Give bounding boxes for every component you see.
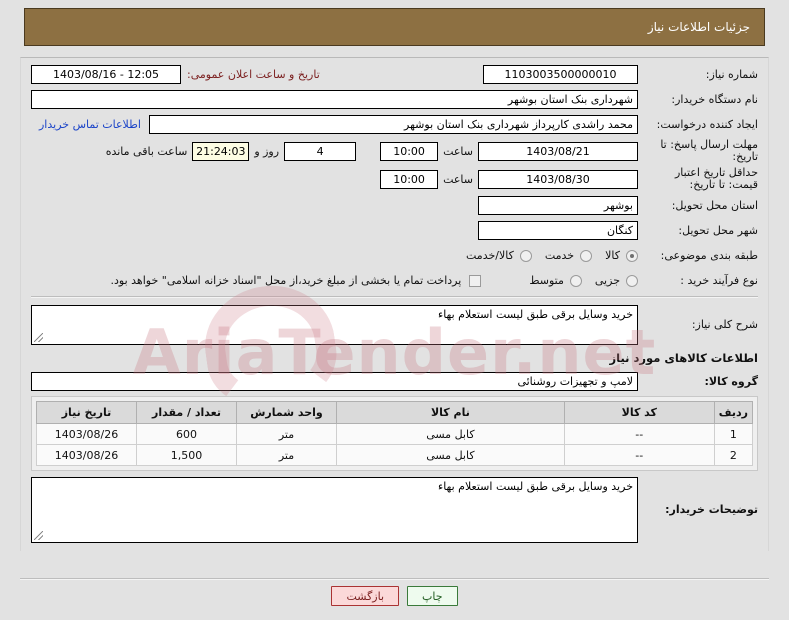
remaining-days-label: روز و [254,144,280,158]
goods-group-field[interactable]: لامپ و تجهیزات روشنائی [31,372,638,391]
cell-date: 1403/08/26 [36,423,137,445]
requester-label: ایجاد کننده درخواست: [656,118,758,131]
radio-process-motavaset-label: متوسط [529,274,564,287]
goods-table-wrap: ردیف کد کالا نام کالا واحد شمارش تعداد /… [31,396,758,471]
requester-field[interactable]: محمد راشدی کارپرداز شهرداری بنک استان بو… [148,115,638,134]
summary-textarea[interactable]: خرید وسایل برقی طبق لیست استعلام بهاء [31,305,638,345]
col-name: نام کالا [336,401,565,424]
price-validity-label: حداقل تاریخ اعتبار قیمت: تا تاریخ: [674,166,758,191]
page-header: جزئیات اطلاعات نیاز [24,8,765,46]
col-date: تاریخ نیاز [36,401,137,424]
radio-process-jozei-label: جزیی [594,274,620,287]
goods-table-header-row: ردیف کد کالا نام کالا واحد شمارش تعداد /… [36,401,754,424]
divider-2 [20,578,769,580]
col-row: ردیف [713,401,754,424]
radio-category-kala-khedmat[interactable] [519,249,532,262]
category-label: طبقه بندی موضوعی: [660,249,758,262]
deadline-label: مهلت ارسال پاسخ: تا تاریخ: [660,138,758,163]
province-field[interactable]: بوشهر [478,196,638,215]
cell-date: 1403/08/26 [36,444,137,466]
buyer-org-field[interactable]: شهرداری بنک استان بوشهر [31,90,638,109]
radio-category-kala-label: کالا [605,249,620,262]
table-row: 1 -- کابل مسی متر 600 1403/08/26 [36,423,754,445]
row-summary: شرح کلی نیاز: خرید وسایل برقی طبق لیست ا… [31,305,758,345]
need-number-field[interactable]: 1103003500000010 [483,65,638,84]
treasury-checkbox-label: پرداخت تمام یا بخشی از مبلغ خرید،از محل … [110,274,462,287]
row-response-deadline: مهلت ارسال پاسخ: تا تاریخ: 1403/08/21 سا… [31,139,758,163]
radio-category-khedmat[interactable] [580,249,593,262]
row-buyer-notes: توضیحات خریدار: خرید وسایل برقی طبق لیست… [31,477,758,543]
row-province: استان محل تحویل: بوشهر [31,195,758,216]
cell-name: کابل مسی [336,423,565,445]
row-requester: ایجاد کننده درخواست: محمد راشدی کارپرداز… [31,114,758,135]
row-need-number: شماره نیاز: 1103003500000010 تاریخ و ساع… [31,64,758,85]
print-button[interactable]: چاپ [407,586,458,606]
cell-row: 1 [713,423,754,445]
radio-category-khedmat-label: خدمت [544,249,575,262]
remaining-time-field: 21:24:03 [192,141,250,161]
city-label: شهر محل تحویل: [678,224,758,237]
row-goods-group: گروه کالا: لامپ و تجهیزات روشنائی [31,371,758,392]
cell-code: -- [563,444,715,466]
category-radio-group: کالا خدمت کالا/خدمت [458,249,638,262]
deadline-hour-label: ساعت [443,144,473,158]
col-unit: واحد شمارش [236,401,337,424]
row-price-validity: حداقل تاریخ اعتبار قیمت: تا تاریخ: 1403/… [31,167,758,191]
back-button[interactable]: بازگشت [331,586,400,606]
summary-label: شرح کلی نیاز: [691,318,758,331]
col-code: کد کالا [563,401,715,424]
goods-table: ردیف کد کالا نام کالا واحد شمارش تعداد /… [36,401,754,466]
need-number-label: شماره نیاز: [705,68,758,81]
buyer-notes-textarea[interactable]: خرید وسایل برقی طبق لیست استعلام بهاء [31,477,638,543]
goods-table-body: 1 -- کابل مسی متر 600 1403/08/26 2 -- کا… [36,423,754,466]
price-validity-hour-label: ساعت [443,172,473,186]
price-validity-hour-field[interactable]: 10:00 [380,169,439,189]
radio-process-motavaset[interactable] [569,274,582,287]
remaining-time-label: ساعت باقی مانده [105,144,188,158]
price-validity-date-field[interactable]: 1403/08/30 [478,169,638,189]
divider-1 [31,296,758,298]
row-city: شهر محل تحویل: کنگان [31,220,758,241]
cell-row: 2 [713,444,754,466]
row-category: طبقه بندی موضوعی: کالا خدمت کالا/خدمت [31,245,758,266]
process-label: نوع فرآیند خرید : [680,274,758,287]
public-announce-label: تاریخ و ساعت اعلان عمومی: [187,68,320,81]
province-label: استان محل تحویل: [671,199,758,212]
col-qty: تعداد / مقدار [136,401,237,424]
buyer-contact-link[interactable]: اطلاعات تماس خریدار [31,118,149,131]
process-radio-group: جزیی متوسط [521,274,638,287]
remaining-days-field: 4 [284,141,357,161]
row-buyer-org: نام دستگاه خریدار: شهرداری بنک استان بوش… [31,89,758,110]
page-title: جزئیات اطلاعات نیاز [647,20,750,34]
need-details-panel: شماره نیاز: 1103003500000010 تاریخ و ساع… [20,57,769,551]
cell-qty: 1,500 [136,444,237,466]
treasury-checkbox[interactable] [469,274,482,287]
radio-category-kala[interactable] [626,249,638,262]
cell-code: -- [563,423,715,445]
city-field[interactable]: کنگان [478,221,638,240]
cell-qty: 600 [136,423,237,445]
buyer-org-label: نام دستگاه خریدار: [671,93,758,106]
public-announce-field[interactable]: 1403/08/16 - 12:05 [31,65,181,84]
cell-unit: متر [236,444,337,466]
row-purchase-process: نوع فرآیند خرید : جزیی متوسط پرداخت تمام… [31,270,758,291]
goods-section-title: اطلاعات کالاهای مورد نیاز [609,351,758,365]
cell-name: کابل مسی [336,444,565,466]
radio-category-kala-khedmat-label: کالا/خدمت [466,249,514,262]
table-row: 2 -- کابل مسی متر 1,500 1403/08/26 [36,444,754,466]
deadline-hour-field[interactable]: 10:00 [380,141,439,161]
cell-unit: متر [236,423,337,445]
action-buttons: بازگشت چاپ [0,586,789,606]
goods-group-label: گروه کالا: [704,375,758,388]
page-header-wrap: جزئیات اطلاعات نیاز [0,0,789,52]
deadline-date-field[interactable]: 1403/08/21 [478,141,638,161]
buyer-notes-label: توضیحات خریدار: [665,503,758,516]
radio-process-jozei[interactable] [626,274,638,287]
